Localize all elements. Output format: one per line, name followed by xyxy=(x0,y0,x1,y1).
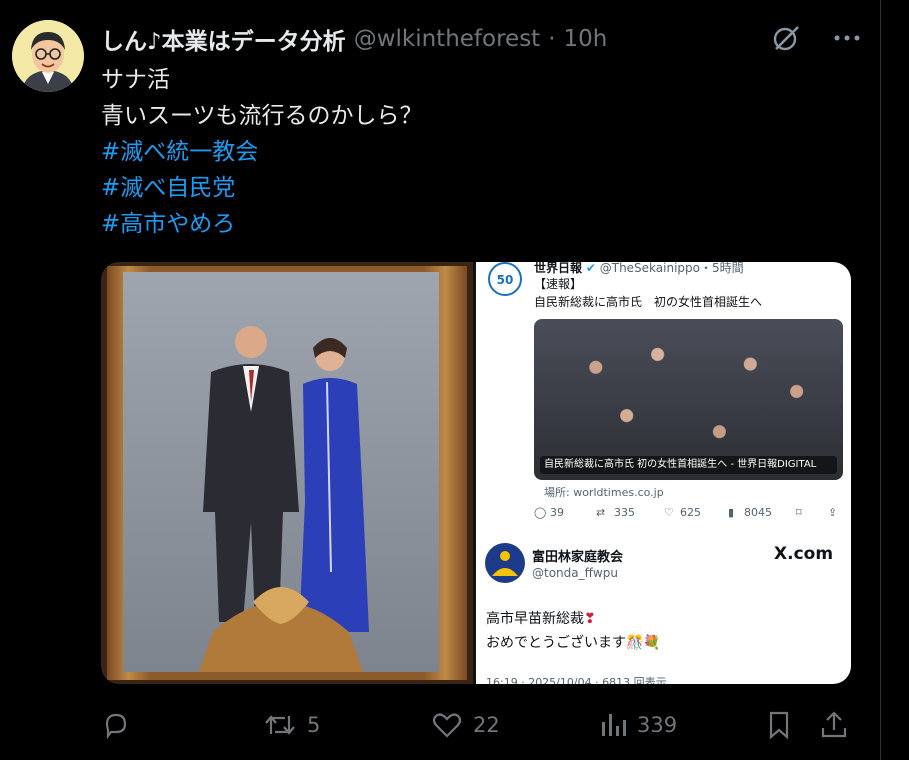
repost-icon: ⇄ xyxy=(596,506,606,519)
quote-headline: 自民新総裁に高市氏 初の女性首相誕生へ xyxy=(534,295,763,309)
bookmark-icon xyxy=(765,710,793,740)
reply-icon: ◯ xyxy=(534,506,547,519)
hashtag-link[interactable]: #滅べ自民党 xyxy=(101,170,423,206)
quote-header: 世界日報 ✔ @TheSekainippo・5時間 xyxy=(534,262,744,276)
painting-canvas xyxy=(123,272,439,672)
view-count: 339 xyxy=(637,713,678,737)
share-icon xyxy=(819,710,849,740)
share-button[interactable] xyxy=(819,706,849,744)
tweet-line: サナ活 xyxy=(101,67,170,93)
sekai-logo-icon: 50 xyxy=(488,262,522,300)
reply-line: おめでとうございます🎊💐 xyxy=(486,635,661,651)
reply-line: 高市早苗新総裁❣ xyxy=(486,608,596,628)
hashtag-link[interactable]: #滅べ統一教会 xyxy=(101,134,423,170)
breaking-label: 【速報】 xyxy=(534,277,583,291)
quote-stats-row: ◯ 39 ⇄ 335 ♡ 625 ▮ 8045 ⌑ ⇪ xyxy=(534,506,844,524)
reply-button[interactable] xyxy=(101,706,141,744)
hashtag-link[interactable]: #高市やめろ xyxy=(101,206,423,242)
heart-icon xyxy=(431,710,463,740)
repost-count: 5 xyxy=(307,713,321,737)
quote-account-name: 世界日報 xyxy=(534,262,583,275)
column-divider xyxy=(880,0,881,760)
repost-button[interactable]: 5 xyxy=(263,706,320,744)
link-source: 場所: worldtimes.co.jp xyxy=(544,486,664,499)
tweet-line: 青いスーツも流行るのかしら？ xyxy=(101,103,423,129)
reply-icon xyxy=(101,710,131,740)
reply-footer: 16:19 · 2025/10/04 · 6813 回表示 xyxy=(486,676,667,684)
reply-handle: @tonda_ffwpu xyxy=(532,566,618,580)
avatar[interactable] xyxy=(12,20,84,92)
heart-emoji: ❣ xyxy=(584,611,596,627)
display-name[interactable]: しん♪本業はデータ分析 xyxy=(101,22,346,56)
tweet-text: サナ活 青いスーツも流行るのかしら？ #滅べ統一教会 #滅べ自民党 #高市やめろ xyxy=(101,62,423,242)
quote-view-count: 8045 xyxy=(744,506,772,519)
avatar-illustration xyxy=(12,20,84,92)
separator-dot: · xyxy=(548,26,556,52)
tweet-header: しん♪本業はデータ分析 @wlkintheforest · 10h xyxy=(101,22,607,56)
more-options-icon[interactable] xyxy=(832,33,862,43)
views-icon: ▮ xyxy=(728,506,735,519)
bookmark-button[interactable] xyxy=(765,706,793,744)
screenshot-image: 50 世界日報 ✔ @TheSekainippo・5時間 【速報】 自民新総裁に… xyxy=(476,262,851,684)
tweet-media[interactable]: 50 世界日報 ✔ @TheSekainippo・5時間 【速報】 自民新総裁に… xyxy=(101,262,851,684)
news-photo-caption: 自民新総裁に高市氏 初の女性首相誕生へ - 世界日報DIGITAL xyxy=(540,456,837,474)
tweet-top-actions xyxy=(770,22,862,54)
reply-text: 高市早苗新総裁 xyxy=(486,611,584,627)
verified-badge-icon: ✔ xyxy=(585,262,596,275)
share-icon: ⇪ xyxy=(828,506,838,519)
like-count: 22 xyxy=(473,713,500,737)
quote-like-count: 625 xyxy=(680,506,701,519)
timestamp[interactable]: 10h xyxy=(564,26,608,52)
portrait-image xyxy=(101,262,473,684)
news-photo: 自民新総裁に高市氏 初の女性首相誕生へ - 世界日報DIGITAL xyxy=(534,319,843,480)
quote-reply-count: 39 xyxy=(550,506,564,519)
tweet-action-bar: 5 22 339 xyxy=(101,706,851,744)
quote-repost-count: 335 xyxy=(614,506,635,519)
reply-account-name: 富田林家庭教会 xyxy=(532,550,624,565)
quote-handle-time: @TheSekainippo・5時間 xyxy=(599,262,744,275)
x-watermark: X.com xyxy=(774,544,834,564)
svg-text:50: 50 xyxy=(497,273,514,287)
views-icon xyxy=(599,710,627,740)
user-handle[interactable]: @wlkintheforest xyxy=(354,26,541,52)
views-button[interactable]: 339 xyxy=(599,706,677,744)
bookmark-icon: ⌑ xyxy=(796,506,802,519)
repost-icon xyxy=(263,710,297,740)
grok-icon[interactable] xyxy=(770,22,802,54)
heart-icon: ♡ xyxy=(664,506,674,519)
church-logo-icon xyxy=(484,542,526,588)
like-button[interactable]: 22 xyxy=(431,706,500,744)
couple-portrait xyxy=(199,326,369,672)
